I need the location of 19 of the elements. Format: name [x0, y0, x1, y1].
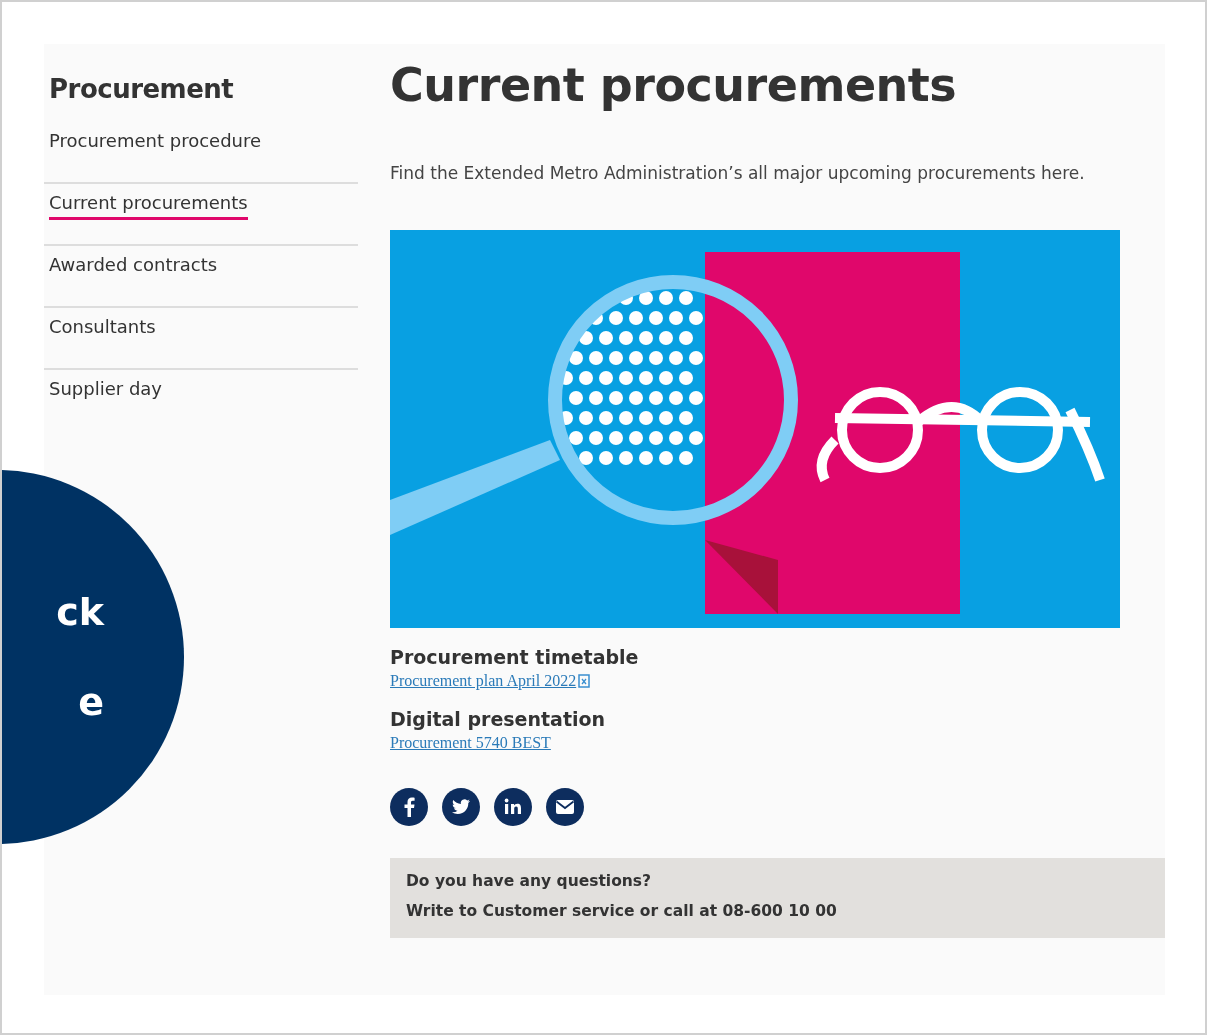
facebook-icon[interactable]: [390, 788, 428, 826]
sidebar-link[interactable]: Current procurements: [49, 192, 248, 220]
contact-text: Write to Customer service or call at 08-600 10 00: [406, 902, 838, 920]
linkedin-icon[interactable]: [494, 788, 532, 826]
sidebar-title: Procurement: [49, 74, 235, 104]
email-icon[interactable]: [546, 788, 584, 826]
document-icon: [578, 674, 591, 688]
contact-question: Do you have any questions?: [406, 872, 653, 890]
document-link[interactable]: Procurement 5740 BEST: [390, 734, 551, 752]
twitter-icon[interactable]: [442, 788, 480, 826]
sidebar-link[interactable]: Procurement procedure: [49, 130, 262, 158]
sidebar-link[interactable]: Consultants: [49, 316, 156, 344]
section-heading: Digital presentation: [390, 708, 607, 730]
page-title: Current procurements: [390, 58, 958, 112]
sidebar-link[interactable]: Awarded contracts: [49, 254, 218, 282]
section-heading: Procurement timetable: [390, 646, 640, 668]
document-link[interactable]: Procurement plan April 2022: [390, 672, 591, 690]
sidebar-link[interactable]: Supplier day: [49, 378, 162, 406]
intro-text: Find the Extended Metro Administration’s all major upcoming procurements here.: [390, 162, 1086, 185]
